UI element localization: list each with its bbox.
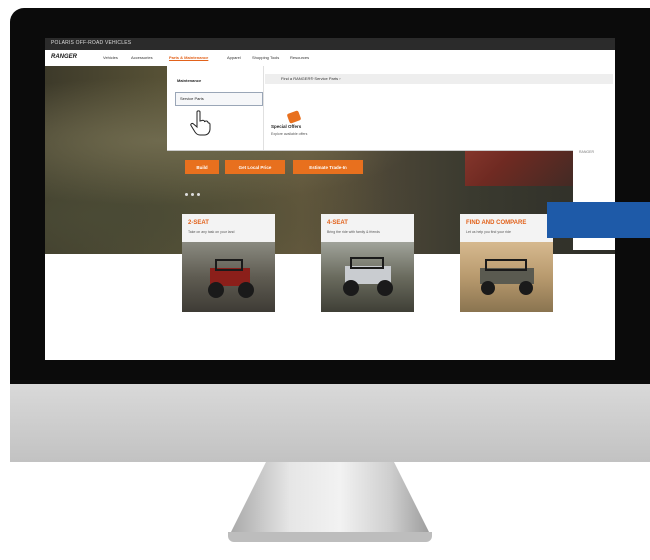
- nav-item-vehicles[interactable]: Vehicles: [103, 55, 118, 60]
- panel-subtitle: Bring the ride with family & friends: [327, 230, 380, 234]
- monitor-stand: [230, 462, 430, 534]
- panel-image: [182, 242, 275, 312]
- side-card-text: RANGER: [579, 150, 594, 154]
- monitor-stand-base: [228, 532, 432, 542]
- top-bar-text: POLARIS OFF-ROAD VEHICLES: [51, 40, 132, 46]
- panel-image: [321, 242, 414, 312]
- panel-subtitle: Let us help you find your ride: [466, 230, 511, 234]
- find-service-parts-link[interactable]: Find a RANGER® Service Parts ›: [265, 74, 613, 84]
- carousel-dot[interactable]: [191, 193, 194, 196]
- vehicle-image: [208, 259, 254, 298]
- panel-title: 4-SEAT: [327, 220, 348, 226]
- nav-item-resources[interactable]: Resources: [290, 55, 309, 60]
- dropdown-title: Maintenance: [177, 78, 202, 83]
- get-local-price-button[interactable]: Get Local Price: [225, 160, 285, 174]
- nav-item-parts-maintenance[interactable]: Parts & Maintenance: [169, 55, 208, 60]
- nav-item-apparel[interactable]: Apparel: [227, 55, 241, 60]
- parts-dropdown-menu: Maintenance Service Parts Find a RANGER®…: [167, 66, 615, 151]
- panel-4-seat[interactable]: 4-SEAT Bring the ride with family & frie…: [321, 214, 414, 312]
- monitor-chin: [10, 384, 650, 462]
- find-service-parts-label: Find a RANGER® Service Parts ›: [281, 76, 341, 81]
- nav-item-accessories[interactable]: Accessories: [131, 55, 153, 60]
- overlay-blue-tab: [547, 202, 650, 238]
- service-parts-label: Service Parts: [180, 96, 204, 101]
- estimate-trade-in-button[interactable]: Estimate Trade-In: [293, 160, 363, 174]
- nav-item-shopping-tools[interactable]: Shopping Tools: [252, 55, 279, 60]
- panel-image: [460, 242, 553, 312]
- build-button[interactable]: Build: [185, 160, 219, 174]
- carousel-dot[interactable]: [197, 193, 200, 196]
- panel-subtitle: Take on any task on your land: [188, 230, 235, 234]
- site-logo[interactable]: RANGER: [51, 54, 77, 60]
- panel-find-and-compare[interactable]: FIND AND COMPARE Let us help you find yo…: [460, 214, 553, 312]
- screen: POLARIS OFF-ROAD VEHICLES RANGER Vehicle…: [45, 38, 615, 360]
- vehicle-image: [343, 257, 393, 296]
- carousel-dot[interactable]: [185, 193, 188, 196]
- dropdown-left-column: Maintenance Service Parts: [167, 66, 264, 150]
- special-offers-subtitle: Explore available offers: [271, 132, 308, 136]
- panel-title: FIND AND COMPARE: [466, 220, 527, 226]
- special-offers-title[interactable]: Special Offers: [271, 124, 301, 129]
- service-parts-menu-item[interactable]: Service Parts: [175, 92, 263, 106]
- top-bar: POLARIS OFF-ROAD VEHICLES: [45, 38, 615, 50]
- panel-title: 2-SEAT: [188, 220, 209, 226]
- panel-2-seat[interactable]: 2-SEAT Take on any task on your land: [182, 214, 275, 312]
- vehicle-image: [480, 259, 534, 295]
- main-nav: RANGER Vehicles Accessories Parts & Main…: [45, 50, 615, 67]
- hand-pointer-icon: [190, 110, 211, 136]
- carousel-dots[interactable]: [185, 183, 203, 201]
